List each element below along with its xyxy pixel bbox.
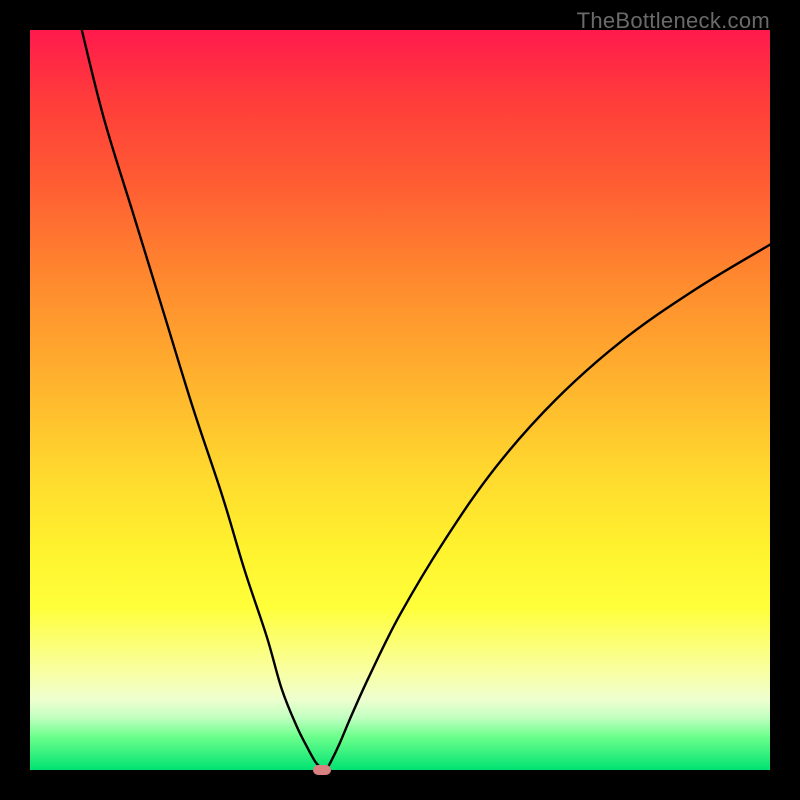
curve-right-branch (326, 245, 770, 770)
chart-plot-area (30, 30, 770, 770)
curve-left-branch (82, 30, 325, 770)
minimum-marker (313, 765, 331, 775)
watermark-text: TheBottleneck.com (577, 8, 770, 34)
bottleneck-curve (30, 30, 770, 770)
